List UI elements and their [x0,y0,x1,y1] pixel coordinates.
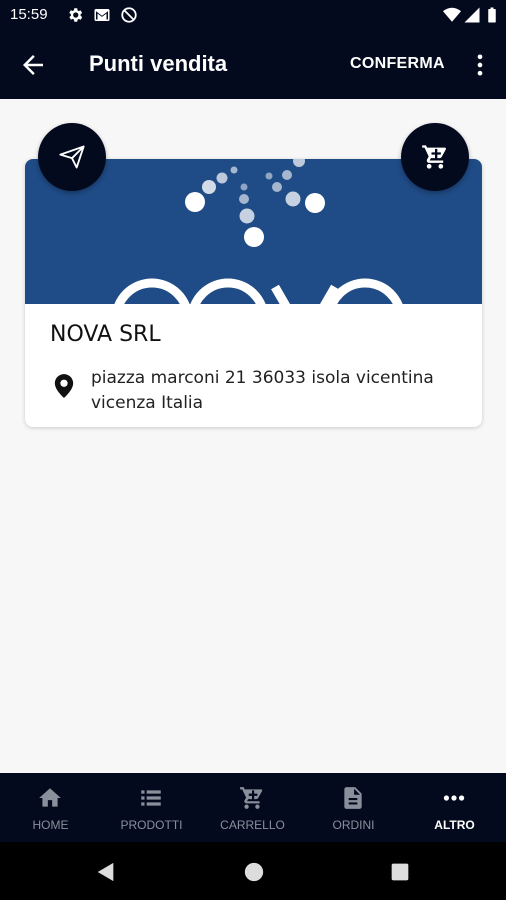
store-address: piazza marconi 21 36033 isola vicentina … [91,368,434,413]
location-pin-icon [54,374,74,398]
nav-label-cart: CARRELLO [220,818,285,832]
nav-item-more[interactable]: ALTRO [404,773,505,842]
settings-icon [69,8,83,22]
nav-label-orders: ORDINI [332,818,375,832]
cart-icon [422,145,447,169]
document-icon [344,787,362,809]
nav-item-orders[interactable]: ORDINI [303,773,404,842]
bottom-nav: HOME PRODOTTI CARRELLO ORDINI ALTRO [0,773,506,842]
wifi-icon [443,7,461,22]
app-bar: Punti vendita CONFERMA [0,30,506,99]
more-horiz-icon [443,795,465,801]
back-triangle-icon[interactable] [95,861,117,883]
system-nav-bar [0,842,506,900]
nav-item-home[interactable]: HOME [0,773,101,842]
cart-icon [240,787,263,809]
nav-label-home: HOME [32,818,69,832]
status-time: 15:59 [10,6,48,23]
nav-label-more: ALTRO [434,818,475,832]
more-vert-icon[interactable] [466,50,494,80]
list-icon [141,790,161,806]
nav-item-cart[interactable]: CARRELLO [202,773,303,842]
recents-square-icon[interactable] [390,862,410,882]
store-name: NOVA SRL [50,322,161,347]
store-card[interactable]: NOVA SRL piazza marconi 21 36033 isola v… [25,159,482,427]
send-button[interactable] [38,123,106,191]
nav-item-products[interactable]: PRODOTTI [101,773,202,842]
sync-off-icon [121,7,137,23]
gmail-icon [94,9,110,21]
signal-icon [464,7,480,23]
page-title: Punti vendita [89,51,228,76]
arrow-back-icon[interactable] [18,50,48,80]
status-bar: 15:59 [0,0,506,30]
home-icon [39,788,61,807]
home-circle-icon[interactable] [243,861,265,883]
add-to-cart-button[interactable] [401,123,469,191]
nav-label-products: PRODOTTI [120,818,183,832]
send-icon [59,145,85,169]
confirm-button[interactable]: CONFERMA [350,55,445,73]
battery-icon [488,7,496,23]
content-area: NOVA SRL piazza marconi 21 36033 isola v… [0,99,506,773]
